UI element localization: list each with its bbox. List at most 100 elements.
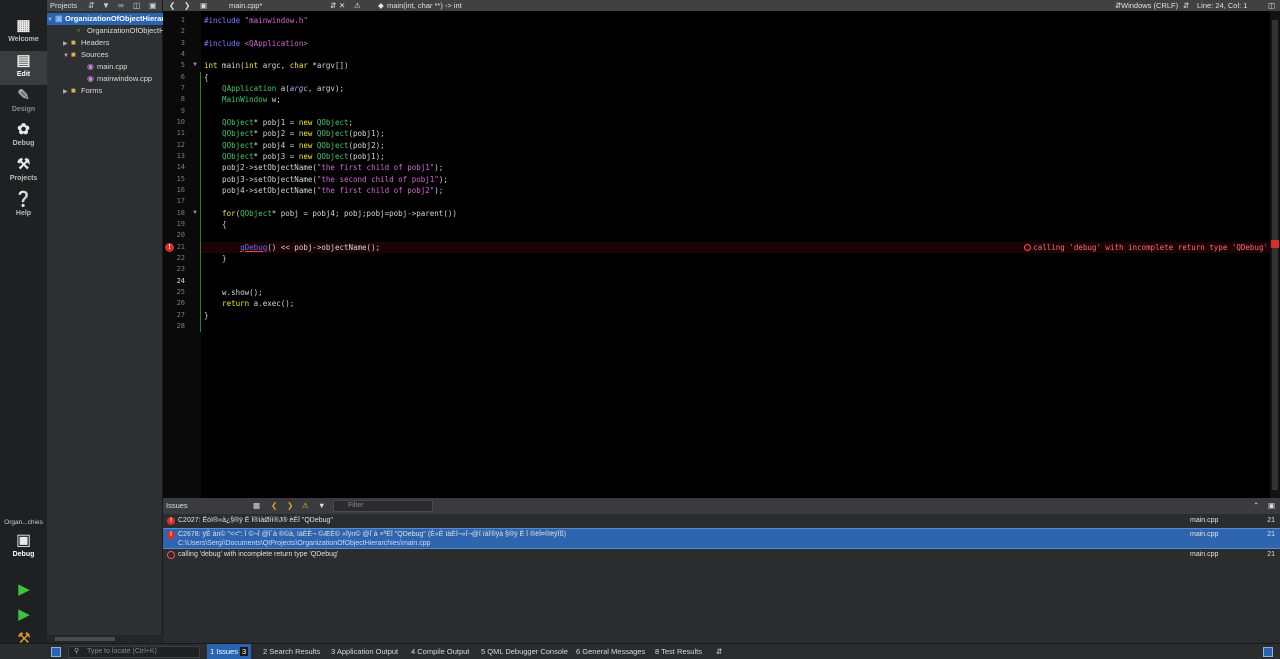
build-issues-icon[interactable]: ▦ xyxy=(253,498,260,514)
mode-edit[interactable]: ▤ Edit xyxy=(0,51,47,85)
code-editor[interactable]: 1 2 3 4 5 6 7 8 9 10 11 12 13 14 15 16 1… xyxy=(163,11,1280,498)
open-file-selector[interactable]: main.cpp* xyxy=(229,0,262,11)
code-line: #include "mainwindow.h" xyxy=(204,16,308,25)
tree-pro-file[interactable]: ▫OrganizationOfObjectHierarchies.pro xyxy=(47,25,163,37)
code-line: pobj3->setObjectName("the second child o… xyxy=(204,175,448,184)
code-line: w.show(); xyxy=(204,288,263,297)
fold-arrow-icon[interactable]: ▼ xyxy=(192,60,198,71)
pen-icon: ✎ xyxy=(17,87,30,104)
lock-icon: ▣ xyxy=(200,1,208,10)
code-line: pobj2->setObjectName("the first child of… xyxy=(204,163,444,172)
error-marker-icon[interactable]: ! xyxy=(165,243,174,252)
tree-main-cpp[interactable]: ◉ main.cpp xyxy=(47,61,163,73)
issue-row-selected[interactable]: ! C2678: ÿÈ àn© "<<": Ï ©¬Ï @Ï´à ®©à, ïà… xyxy=(163,528,1280,549)
line-number: 22 xyxy=(176,254,185,262)
kit-selector[interactable]: Organ...chies ▣ Debug xyxy=(0,519,47,558)
toggle-output-pane-icon[interactable] xyxy=(1263,647,1273,657)
error-icon: ! xyxy=(167,517,175,525)
mode-bar: ▦ Welcome ▤ Edit ✎ Design ✿ Debug ⚒ Proj… xyxy=(0,0,47,659)
line-number-gutter[interactable]: 1 2 3 4 5 6 7 8 9 10 11 12 13 14 15 16 1… xyxy=(163,11,201,498)
editor-vertical-scrollbar[interactable] xyxy=(1270,11,1280,498)
tree-project-root[interactable]: ▼▣OrganizationOfObjectHierarchies xyxy=(47,13,163,25)
collapse-arrow-icon: ▶ xyxy=(63,41,68,47)
back-arrow-icon[interactable]: ❮ xyxy=(169,0,175,11)
issue-row[interactable]: ! C2027: Ëóï®«à¿§®ÿ Ë­ Ï®ìàØíí®J® èÉÏ "Q… xyxy=(163,515,1280,527)
tree-forms[interactable]: ▶ ■ Forms xyxy=(47,85,163,97)
help-icon: ❔ xyxy=(14,191,33,208)
warning-filter-icon[interactable]: ⚠ xyxy=(302,498,309,514)
line-number: 23 xyxy=(176,265,185,273)
tab-general-messages[interactable]: 6 General Messages xyxy=(576,644,645,659)
close-pane-icon[interactable]: ▣ xyxy=(149,0,157,11)
code-line: { xyxy=(204,220,227,229)
cursor-position[interactable]: Line: 24, Col: 1 xyxy=(1197,0,1247,11)
filter-icon[interactable]: ▼ xyxy=(102,0,110,11)
tab-search-results[interactable]: 2 Search Results xyxy=(263,644,320,659)
folder-icon: ■ xyxy=(71,86,76,95)
debug-run-icon[interactable]: ▶ xyxy=(14,606,34,624)
line-number: 14 xyxy=(176,163,185,171)
forward-arrow-icon[interactable]: ❯ xyxy=(184,0,190,11)
code-line: int main(int argc, char *argv[]) xyxy=(204,61,349,70)
tree-headers[interactable]: ▶ ■ Headers xyxy=(47,37,163,49)
mode-projects[interactable]: ⚒ Projects xyxy=(0,155,47,189)
mode-welcome[interactable]: ▦ Welcome xyxy=(0,16,47,50)
project-icon: ▣ xyxy=(55,14,63,23)
maximize-panel-icon[interactable]: ⌃ xyxy=(1253,498,1259,514)
error-icon: ! xyxy=(167,531,175,539)
issues-filter-input[interactable]: Filter xyxy=(333,500,433,512)
scrollbar-thumb[interactable] xyxy=(55,637,115,641)
split-editor-icon[interactable]: ◫ xyxy=(1268,0,1275,11)
symbol-selector[interactable]: main(int, char **) -> int xyxy=(387,0,462,11)
tab-test-results[interactable]: 8 Test Results xyxy=(655,644,702,659)
mode-design[interactable]: ✎ Design xyxy=(0,86,47,120)
close-panel-icon[interactable]: ▣ xyxy=(1268,498,1275,514)
line-endings-selector[interactable]: Windows (CRLF) xyxy=(1121,0,1178,11)
line-number: 1 xyxy=(180,16,185,24)
toggle-sidebar-icon[interactable] xyxy=(51,647,61,657)
line-number: 16 xyxy=(176,186,185,194)
change-bar xyxy=(200,72,201,332)
issue-row[interactable]: calling 'debug' with incomplete return t… xyxy=(163,549,1280,561)
run-icon[interactable]: ▶ xyxy=(14,581,34,599)
tab-application-output[interactable]: 3 Application Output xyxy=(331,644,398,659)
line-number: 12 xyxy=(176,141,185,149)
filter-icon[interactable]: ▼ xyxy=(318,498,325,514)
split-icon[interactable]: ◫ xyxy=(133,0,141,11)
scrollbar-thumb[interactable] xyxy=(1272,20,1278,490)
chevron-updown-icon[interactable]: ⇵ xyxy=(88,0,95,11)
tree-sources[interactable]: ▼ ■ Sources xyxy=(47,49,163,61)
project-horizontal-scrollbar[interactable] xyxy=(47,635,163,643)
line-number: 11 xyxy=(176,129,185,137)
code-line: MainWindow w; xyxy=(204,95,281,104)
warning-icon[interactable]: ⚠ xyxy=(354,0,361,11)
tab-qml-debugger-console[interactable]: 5 QML Debugger Console xyxy=(481,644,568,659)
kit-build-config: Debug xyxy=(12,551,35,558)
issues-header: Issues ▦ ❮ ❯ ⚠ ▼ Filter ⌃ ▣ xyxy=(163,498,1280,514)
tab-issues[interactable]: 1 Issues 3 xyxy=(207,644,252,659)
code-line: QObject* pobj2 = new QObject(pobj1); xyxy=(204,129,385,138)
line-number: 9 xyxy=(180,107,185,115)
chevron-updown-icon[interactable]: ⇵ xyxy=(330,0,336,11)
tab-compile-output[interactable]: 4 Compile Output xyxy=(411,644,469,659)
project-pane: Projects ⇵ ▼ ∞ ◫ ▣ ▼ ▣ OrganizationOfObjec… xyxy=(47,0,163,643)
tree-mainwindow-cpp[interactable]: ◉ mainwindow.cpp xyxy=(47,73,163,85)
editor-toolbar: ❮ ❯ ▣ main.cpp* ⇵ ✕ ⚠ ◆ main(int, char *… xyxy=(163,0,1280,11)
issues-title: Issues xyxy=(166,501,188,510)
inline-error-annotation[interactable]: calling 'debug' with incomplete return t… xyxy=(1024,242,1268,253)
line-number: 7 xyxy=(180,84,185,92)
next-issue-icon[interactable]: ❯ xyxy=(287,498,293,514)
chevron-updown-icon[interactable]: ⇵ xyxy=(716,644,722,659)
search-icon: ⚲ xyxy=(74,648,80,655)
mode-help[interactable]: ❔ Help xyxy=(0,190,47,224)
prev-issue-icon[interactable]: ❮ xyxy=(271,498,277,514)
locator-input[interactable]: ⚲ Type to locate (Ctrl+K) xyxy=(68,646,200,658)
code-line: } xyxy=(204,254,227,263)
link-icon[interactable]: ∞ xyxy=(118,0,124,11)
close-document-icon[interactable]: ✕ xyxy=(339,0,345,11)
fold-arrow-icon[interactable]: ▼ xyxy=(192,208,198,219)
mode-debug[interactable]: ✿ Debug xyxy=(0,120,47,154)
code-line: #include <QApplication> xyxy=(204,39,308,48)
projects-view-selector[interactable]: Projects xyxy=(50,1,77,10)
folder-icon: ■ xyxy=(71,50,76,59)
